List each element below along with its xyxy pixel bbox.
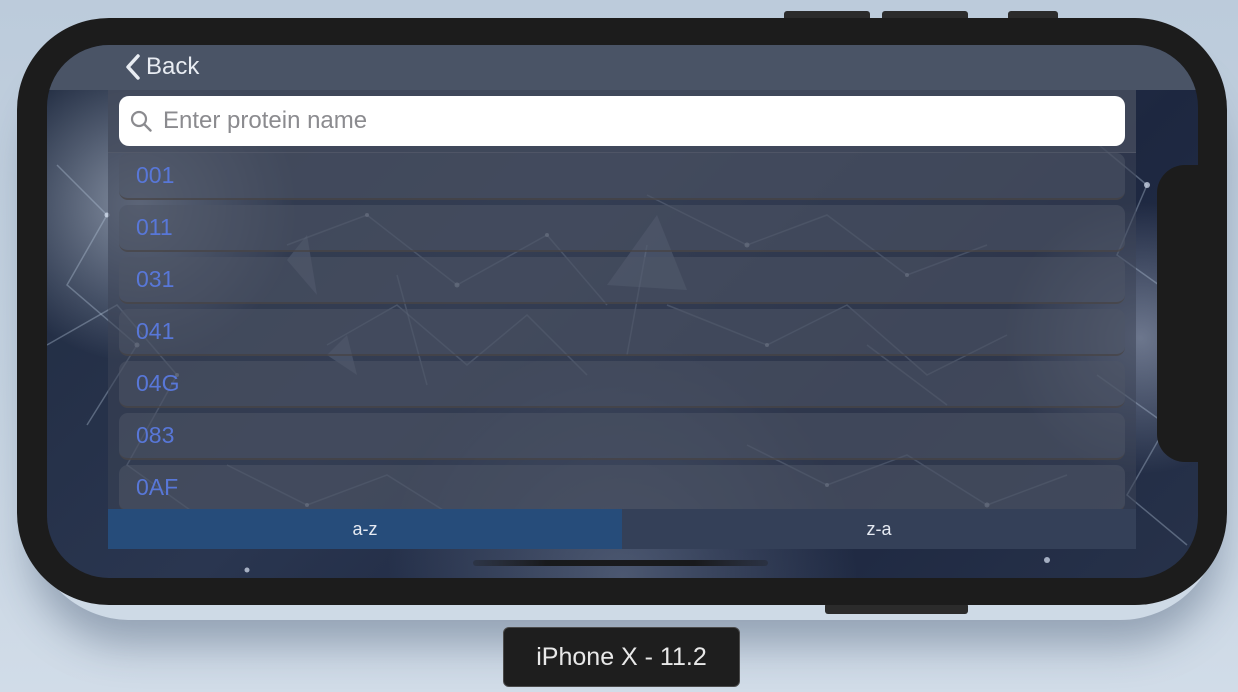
sensor-notch [1157,165,1202,462]
protein-list-item[interactable]: 011 [119,205,1125,252]
protein-name: 011 [136,214,173,240]
sort-segmented-control: a-z z-a [108,509,1136,549]
back-button[interactable]: Back [124,52,199,82]
protein-list-item[interactable]: 001 [119,153,1125,200]
protein-list-item[interactable]: 083 [119,413,1125,460]
protein-name: 001 [136,162,175,188]
sort-az-button[interactable]: a-z [108,509,622,549]
sort-za-button[interactable]: z-a [622,509,1136,549]
protein-name: 083 [136,422,175,448]
protein-name: 041 [136,318,175,344]
simulator-device-label: iPhone X - 11.2 [503,627,740,687]
app-screen: Back 001 011 031 041 04G 083 0AF a-z z-a [47,45,1198,578]
back-label: Back [146,53,200,80]
home-indicator[interactable] [473,560,768,566]
protein-name: 031 [136,266,175,292]
protein-name: 0AF [136,474,179,500]
search-bar-container [108,90,1136,153]
protein-list-item[interactable]: 041 [119,309,1125,356]
protein-list-item[interactable]: 04G [119,361,1125,408]
search-field[interactable] [119,96,1125,146]
protein-list-item[interactable]: 031 [119,257,1125,304]
magnifier-icon [130,110,152,132]
protein-list: 001 011 031 041 04G 083 0AF [119,153,1125,517]
protein-list-panel: 001 011 031 041 04G 083 0AF [108,90,1136,549]
protein-list-item[interactable]: 0AF [119,465,1125,512]
protein-name: 04G [136,370,180,396]
navigation-bar: Back [47,45,1198,90]
protein-search-input[interactable] [161,106,1105,136]
chevron-left-icon [126,54,140,80]
